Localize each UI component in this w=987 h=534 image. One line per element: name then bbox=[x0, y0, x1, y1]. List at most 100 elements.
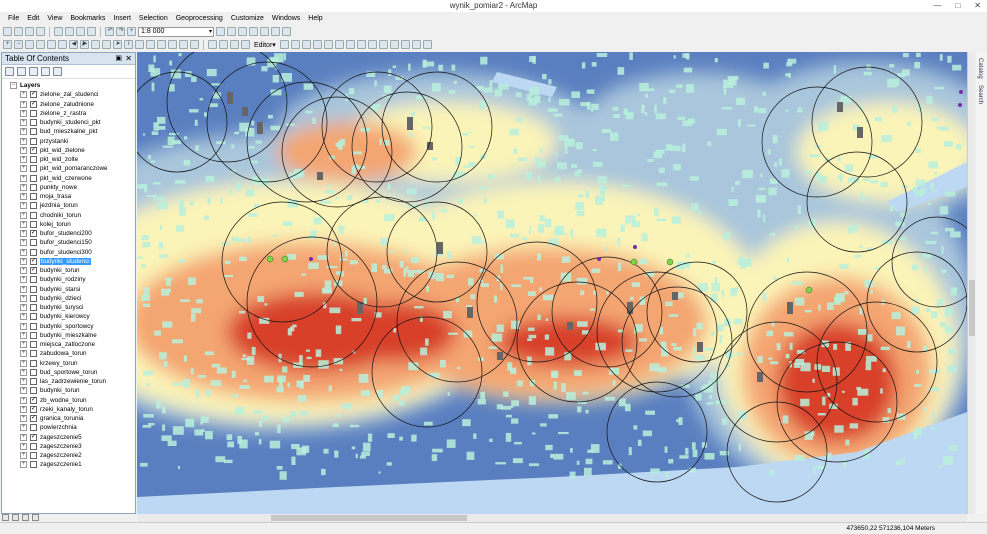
expand-icon[interactable]: + bbox=[20, 415, 27, 423]
measure-icon[interactable] bbox=[146, 40, 155, 49]
layer-visibility-checkbox[interactable] bbox=[30, 452, 37, 460]
create-viewer-icon[interactable] bbox=[190, 40, 199, 49]
expand-icon[interactable]: + bbox=[20, 156, 27, 164]
layer-visibility-checkbox[interactable] bbox=[30, 174, 37, 182]
scroll-thumb[interactable] bbox=[271, 515, 467, 521]
python-icon[interactable] bbox=[271, 27, 280, 36]
expand-icon[interactable]: + bbox=[20, 405, 27, 413]
menu-selection[interactable]: Selection bbox=[135, 13, 172, 24]
layer-visibility-checkbox[interactable]: ✓ bbox=[30, 267, 37, 275]
layer-visibility-checkbox[interactable] bbox=[30, 359, 37, 367]
expand-icon[interactable]: + bbox=[20, 304, 27, 312]
clear-selection-icon[interactable] bbox=[102, 40, 111, 49]
minimize-icon[interactable]: — bbox=[933, 0, 941, 11]
list-by-visibility-icon[interactable] bbox=[29, 67, 38, 76]
pause-drawing-icon[interactable] bbox=[32, 514, 39, 521]
select-features-icon[interactable] bbox=[91, 40, 100, 49]
layer-visibility-checkbox[interactable]: ✓ bbox=[30, 91, 37, 99]
layer-name[interactable]: bufor_studenci150 bbox=[40, 239, 92, 246]
time-slider-icon[interactable] bbox=[179, 40, 188, 49]
layer-visibility-checkbox[interactable] bbox=[30, 341, 37, 349]
layer-visibility-checkbox[interactable]: ✓ bbox=[30, 100, 37, 108]
cut-polygons-icon[interactable] bbox=[367, 40, 377, 49]
layer-row[interactable]: + budynki_studenci_pkt bbox=[2, 118, 135, 127]
layer-name[interactable]: zageszczenie5 bbox=[40, 434, 82, 441]
add-data-icon[interactable]: + bbox=[127, 27, 136, 36]
layer-visibility-checkbox[interactable] bbox=[30, 128, 37, 136]
collapse-icon[interactable]: − bbox=[10, 82, 17, 90]
forward-extent-icon[interactable]: ▶ bbox=[80, 40, 89, 49]
layer-name[interactable]: zielone_z_rastra bbox=[40, 110, 86, 117]
reshape-icon[interactable] bbox=[356, 40, 366, 49]
layer-row[interactable]: + pkt_wid_zolte bbox=[2, 155, 135, 164]
layer-name[interactable]: pkt_wid_zolte bbox=[40, 156, 78, 163]
expand-icon[interactable]: + bbox=[20, 276, 27, 284]
layer-visibility-checkbox[interactable] bbox=[30, 165, 37, 173]
layer-visibility-checkbox[interactable] bbox=[30, 461, 37, 469]
expand-icon[interactable]: + bbox=[20, 424, 27, 432]
layer-visibility-checkbox[interactable] bbox=[30, 368, 37, 376]
layer-row[interactable]: + moja_trasa bbox=[2, 192, 135, 201]
layer-name[interactable]: zabudowa_torun bbox=[40, 350, 87, 357]
expand-icon[interactable]: + bbox=[20, 359, 27, 367]
end-point-arc-icon[interactable] bbox=[312, 40, 322, 49]
cut-icon[interactable] bbox=[54, 27, 63, 36]
expand-icon[interactable]: + bbox=[20, 387, 27, 395]
hyperlink-icon[interactable] bbox=[157, 40, 166, 49]
layer-row[interactable]: + pkt_wid_pomaranczowe bbox=[2, 164, 135, 173]
data-view-icon[interactable] bbox=[2, 514, 9, 521]
layer-row[interactable]: + krzewy_torun bbox=[2, 359, 135, 368]
expand-icon[interactable]: + bbox=[20, 100, 27, 108]
attributes-icon[interactable] bbox=[400, 40, 410, 49]
expand-icon[interactable]: + bbox=[20, 285, 27, 293]
expand-icon[interactable]: + bbox=[20, 313, 27, 321]
expand-icon[interactable]: + bbox=[20, 396, 27, 404]
layer-row[interactable]: + ✓ zielone_zaludnione bbox=[2, 100, 135, 109]
layer-name[interactable]: powierzchnia bbox=[40, 424, 77, 431]
layer-visibility-checkbox[interactable]: ✓ bbox=[30, 146, 37, 154]
expand-icon[interactable]: + bbox=[20, 239, 27, 247]
expand-icon[interactable]: + bbox=[20, 146, 27, 154]
copy-icon[interactable] bbox=[65, 27, 74, 36]
layer-row[interactable]: + ✓ zb_wodne_torun bbox=[2, 396, 135, 405]
expand-icon[interactable]: + bbox=[20, 165, 27, 173]
layer-row[interactable]: + kolej_torun bbox=[2, 220, 135, 229]
layer-visibility-checkbox[interactable] bbox=[30, 239, 37, 247]
layout-icon[interactable] bbox=[219, 40, 228, 49]
layer-name[interactable]: zielone_zaludnione bbox=[40, 101, 94, 108]
fixed-zoom-in-icon[interactable] bbox=[47, 40, 56, 49]
layer-name[interactable]: bud_sportowe_torun bbox=[40, 369, 97, 376]
layer-name[interactable]: zageszczenie3 bbox=[40, 443, 82, 450]
editor-menu[interactable]: Editor▾ bbox=[252, 41, 278, 49]
layer-visibility-checkbox[interactable] bbox=[30, 387, 37, 395]
expand-icon[interactable]: + bbox=[20, 322, 27, 330]
layer-row[interactable]: + przystanki bbox=[2, 137, 135, 146]
layer-row[interactable]: + budynki_sportowcy bbox=[2, 322, 135, 331]
layer-name[interactable]: pkt_wid_zielone bbox=[40, 147, 85, 154]
layer-row[interactable]: + budynki_turysci bbox=[2, 303, 135, 312]
auto-hide-pin-icon[interactable]: ▣ bbox=[115, 53, 122, 65]
layer-name[interactable]: miejsca_zatloczone bbox=[40, 341, 95, 348]
layer-name[interactable]: pkt_wid_pomaranczowe bbox=[40, 165, 108, 172]
layer-visibility-checkbox[interactable] bbox=[30, 220, 37, 228]
layer-visibility-checkbox[interactable] bbox=[30, 193, 37, 201]
layer-row[interactable]: + zageszczenie2 bbox=[2, 451, 135, 460]
layer-name[interactable]: bufor_studenci200 bbox=[40, 230, 92, 237]
layer-visibility-checkbox[interactable] bbox=[30, 276, 37, 284]
menu-view[interactable]: View bbox=[43, 13, 66, 24]
expand-icon[interactable]: + bbox=[20, 183, 27, 191]
pan-icon[interactable] bbox=[25, 40, 34, 49]
layer-name[interactable]: budynki_turysci bbox=[40, 304, 83, 311]
expand-icon[interactable]: + bbox=[20, 267, 27, 275]
layer-row[interactable]: + pkt_wid_czerwone bbox=[2, 174, 135, 183]
new-map-icon[interactable] bbox=[3, 27, 12, 36]
menu-edit[interactable]: Edit bbox=[23, 13, 43, 24]
layer-visibility-checkbox[interactable]: ✓ bbox=[30, 257, 37, 265]
layer-visibility-checkbox[interactable] bbox=[30, 285, 37, 293]
zoom-out-icon[interactable]: − bbox=[14, 40, 23, 49]
layer-visibility-checkbox[interactable]: ✓ bbox=[30, 415, 37, 423]
expand-icon[interactable]: + bbox=[20, 193, 27, 201]
full-extent-icon[interactable] bbox=[36, 40, 45, 49]
expand-icon[interactable]: + bbox=[20, 461, 27, 469]
layer-name[interactable]: zb_wodne_torun bbox=[40, 397, 87, 404]
